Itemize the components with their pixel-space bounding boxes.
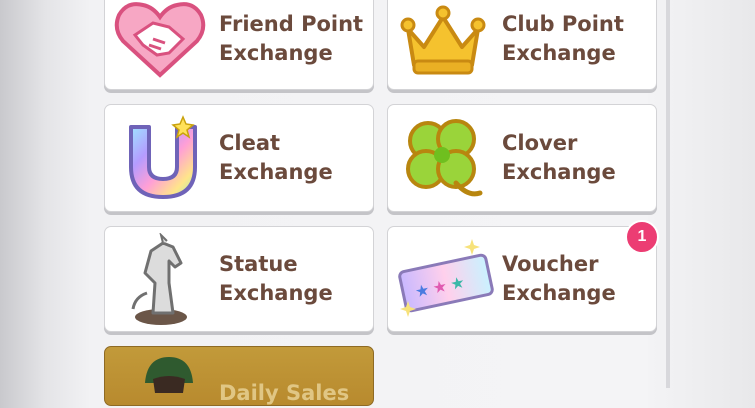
panel-divider <box>666 0 670 388</box>
clover-exchange-button[interactable]: Clover Exchange <box>387 104 657 212</box>
friend-point-exchange-label: Friend Point Exchange <box>219 12 364 65</box>
friend-point-exchange-button[interactable]: Friend Point Exchange <box>104 0 374 90</box>
notification-badge: 1 <box>625 220 659 254</box>
crown-icon <box>400 5 486 75</box>
statue-exchange-button[interactable]: Statue Exchange <box>104 226 374 332</box>
character-avatar-icon <box>145 357 193 393</box>
cleat-exchange-label: Cleat Exchange <box>219 131 333 184</box>
club-point-exchange-label: Club Point Exchange <box>502 12 624 65</box>
statue-exchange-label: Statue Exchange <box>219 252 333 305</box>
clover-exchange-label: Clover Exchange <box>502 131 616 184</box>
cleat-exchange-button[interactable]: Cleat Exchange <box>104 104 374 212</box>
club-point-exchange-button[interactable]: Club Point Exchange <box>387 0 657 90</box>
voucher-exchange-label: Voucher Exchange <box>502 252 616 305</box>
handshake-icon <box>114 2 206 78</box>
voucher-exchange-button[interactable]: ★ ★ ★ Voucher Exchange <box>387 226 657 332</box>
daily-sales-button[interactable]: Daily Sales <box>104 346 374 406</box>
horseshoe-icon <box>129 115 197 199</box>
horse-statue-icon <box>131 233 187 325</box>
daily-sales-label: Daily Sales <box>219 381 350 405</box>
clover-icon <box>406 119 483 197</box>
voucher-ticket-icon: ★ ★ ★ <box>398 239 494 317</box>
